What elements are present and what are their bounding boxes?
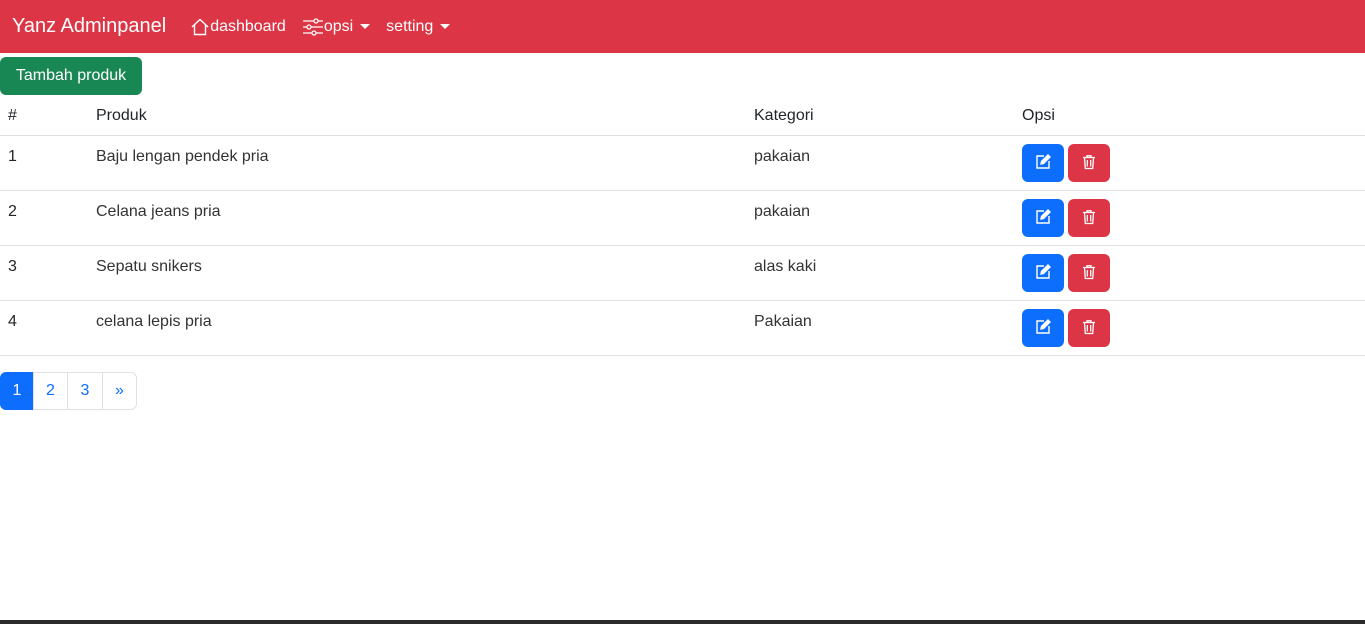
row-number: 2 — [8, 203, 17, 220]
edit-icon — [1035, 153, 1051, 173]
trash-icon — [1081, 154, 1097, 173]
next-page-link[interactable]: » — [102, 372, 137, 410]
edit-button[interactable] — [1022, 199, 1064, 237]
edit-button[interactable] — [1022, 144, 1064, 182]
delete-button[interactable] — [1068, 144, 1110, 182]
caret-down-icon — [360, 24, 371, 29]
page-3-link[interactable]: 3 — [67, 372, 103, 410]
edit-icon — [1035, 318, 1051, 338]
row-actions — [1022, 144, 1110, 182]
caret-down-icon — [440, 24, 451, 29]
nav-link-setting[interactable]: setting — [386, 17, 451, 36]
table-row: 1 Baju lengan pendek pria pakaian — [0, 136, 1365, 191]
nav-link-label: dashboard — [210, 17, 286, 35]
row-number: 1 — [8, 148, 17, 165]
delete-button[interactable] — [1068, 199, 1110, 237]
nav-link-opsi[interactable]: opsi — [302, 17, 371, 37]
delete-button[interactable] — [1068, 309, 1110, 347]
page-1-link[interactable]: 1 — [0, 372, 34, 410]
nav-link-label: opsi — [323, 17, 354, 35]
nav-link-label: setting — [386, 17, 434, 35]
products-table: # Produk Kategori Opsi 1 Baju lengan pen… — [0, 95, 1365, 356]
table-header: # Produk Kategori Opsi — [0, 95, 1365, 136]
row-produk: celana lepis pria — [96, 313, 212, 330]
row-produk: Baju lengan pendek pria — [96, 148, 269, 165]
table-row: 2 Celana jeans pria pakaian — [0, 191, 1365, 246]
header-produk: Produk — [96, 107, 147, 124]
trash-icon — [1081, 264, 1097, 283]
page-2-link[interactable]: 2 — [33, 372, 68, 410]
window-bottom-edge — [0, 620, 1365, 624]
brand-title[interactable]: Yanz Adminpanel — [12, 15, 166, 38]
pagination: 1 2 3 » — [0, 372, 137, 410]
row-actions — [1022, 254, 1110, 292]
table-row: 3 Sepatu snikers alas kaki — [0, 246, 1365, 301]
row-actions — [1022, 199, 1110, 237]
row-number: 3 — [8, 258, 17, 275]
header-opsi: Opsi — [1022, 107, 1055, 124]
edit-button[interactable] — [1022, 309, 1064, 347]
edit-icon — [1035, 208, 1051, 228]
house-icon — [190, 17, 210, 37]
header-kategori: Kategori — [754, 107, 814, 124]
trash-icon — [1081, 319, 1097, 338]
header-number: # — [8, 107, 17, 124]
row-kategori: alas kaki — [754, 258, 817, 275]
edit-icon — [1035, 263, 1051, 283]
row-produk: Celana jeans pria — [96, 203, 221, 220]
delete-button[interactable] — [1068, 254, 1110, 292]
add-product-button[interactable]: Tambah produk — [0, 57, 142, 95]
table-row: 4 celana lepis pria Pakaian — [0, 301, 1365, 356]
row-produk: Sepatu snikers — [96, 258, 202, 275]
navbar: Yanz Adminpanel dashboard opsi setting — [0, 0, 1365, 53]
nav-link-dashboard[interactable]: dashboard — [190, 17, 286, 37]
row-actions — [1022, 309, 1110, 347]
row-kategori: pakaian — [754, 148, 811, 165]
sliders-icon — [302, 17, 324, 37]
row-kategori: Pakaian — [754, 313, 812, 330]
row-kategori: pakaian — [754, 203, 811, 220]
edit-button[interactable] — [1022, 254, 1064, 292]
trash-icon — [1081, 209, 1097, 228]
row-number: 4 — [8, 313, 17, 330]
